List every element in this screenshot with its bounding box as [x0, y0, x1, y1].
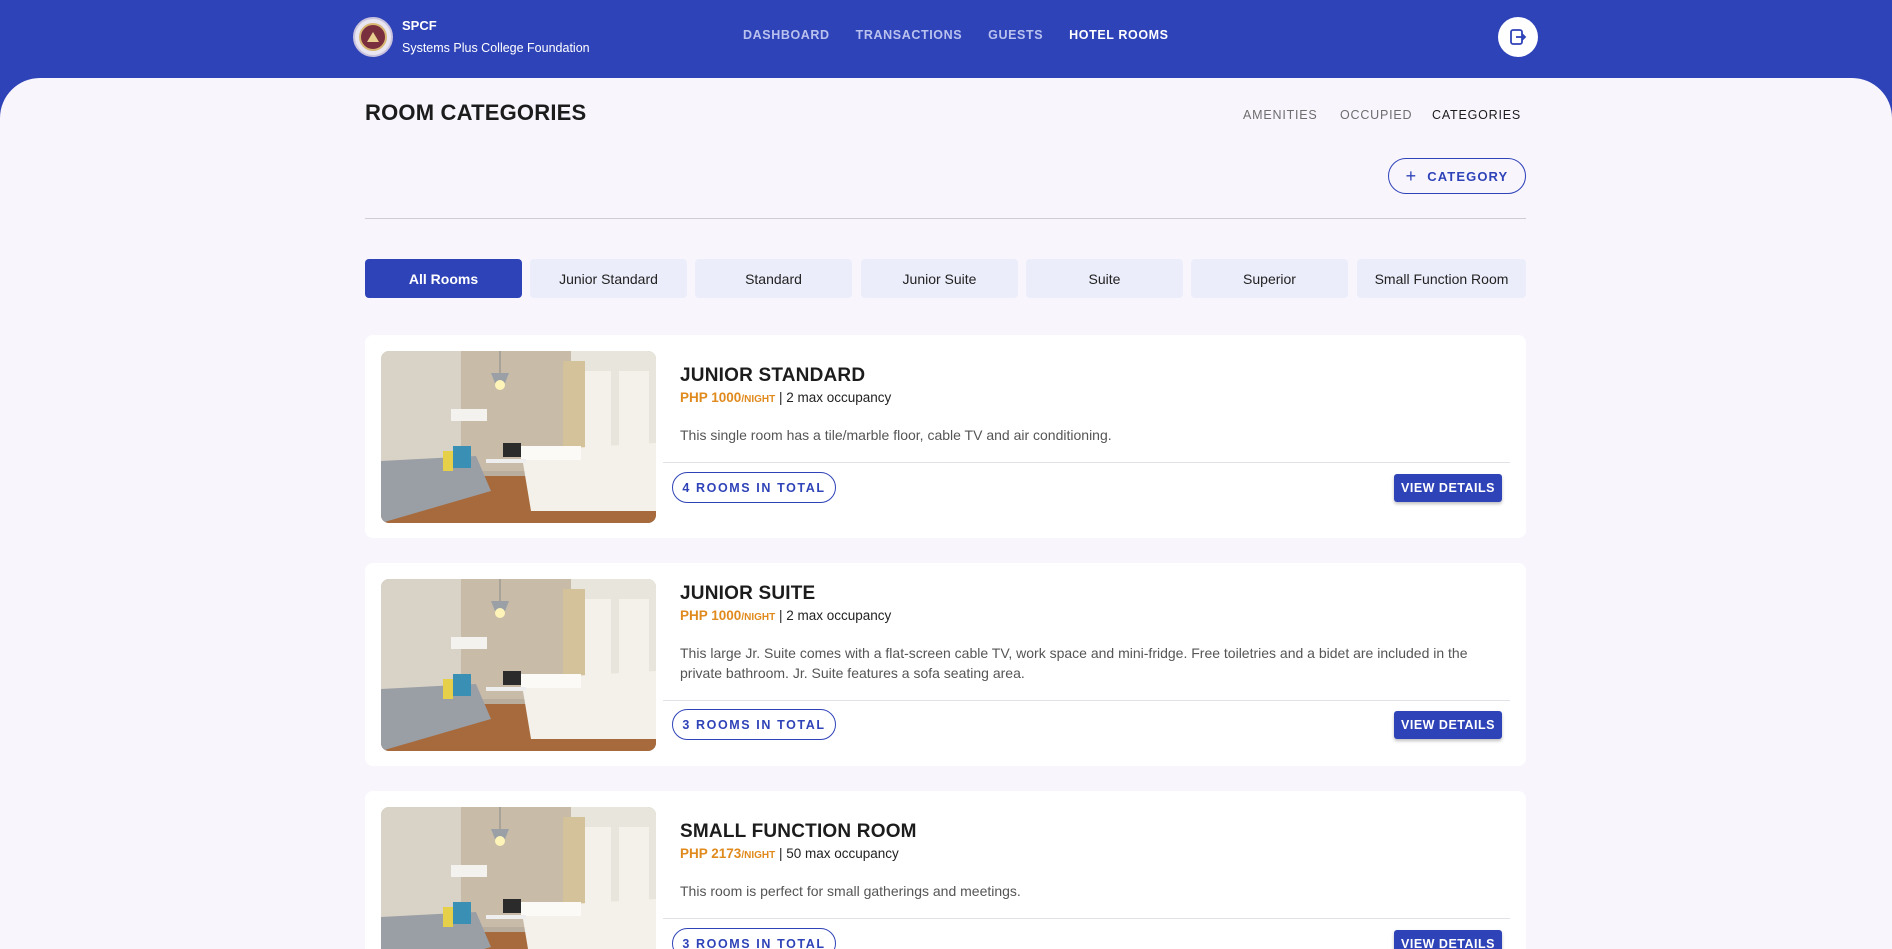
room-price: PHP 2173: [680, 846, 742, 861]
room-price-unit: /NIGHT: [741, 612, 776, 623]
view-details-button[interactable]: VIEW DETAILS: [1394, 474, 1502, 502]
room-price-unit: /NIGHT: [741, 394, 776, 405]
card-divider: [663, 462, 1510, 463]
room-price-line: PHP 1000/NIGHT | 2 max occupancy: [680, 390, 891, 405]
room-description: This large Jr. Suite comes with a flat-s…: [680, 645, 1468, 681]
top-navbar: SPCF Systems Plus College Foundation DAS…: [0, 0, 1892, 80]
rooms-total-badge: 4 ROOMS IN TOTAL: [672, 472, 836, 503]
subnav-occupied[interactable]: OCCUPIED: [1340, 108, 1412, 122]
rooms-total-badge: 3 ROOMS IN TOTAL: [672, 709, 836, 740]
rooms-total-badge: 3 ROOMS IN TOTAL: [672, 928, 836, 949]
college-seal-logo: [353, 17, 393, 57]
room-description: This single room has a tile/marble floor…: [680, 427, 1112, 443]
room-photo: [381, 351, 656, 523]
room-price-unit: /NIGHT: [741, 850, 776, 861]
room-price: PHP 1000: [680, 608, 742, 623]
filter-junior-standard[interactable]: Junior Standard: [530, 259, 687, 298]
plus-icon: +: [1405, 166, 1418, 186]
section-divider: [365, 218, 1526, 219]
filter-suite[interactable]: Suite: [1026, 259, 1183, 298]
category-filter-bar: All Rooms Junior Standard Standard Junio…: [365, 259, 1526, 298]
brand-full-name: Systems Plus College Foundation: [402, 41, 590, 55]
nav-hotel-rooms[interactable]: HOTEL ROOMS: [1069, 28, 1168, 42]
room-photo: [381, 807, 656, 949]
add-category-label: CATEGORY: [1427, 168, 1509, 184]
brand-short-name: SPCF: [402, 18, 437, 33]
filter-superior[interactable]: Superior: [1191, 259, 1348, 298]
nav-dashboard[interactable]: DASHBOARD: [743, 28, 830, 42]
filter-all-rooms[interactable]: All Rooms: [365, 259, 522, 298]
room-price-line: PHP 2173/NIGHT | 50 max occupancy: [680, 846, 899, 861]
room-photo: [381, 579, 656, 751]
card-divider: [663, 700, 1510, 701]
logout-button[interactable]: [1498, 17, 1538, 57]
nav-transactions[interactable]: TRANSACTIONS: [856, 28, 963, 42]
room-category-title: JUNIOR SUITE: [680, 583, 816, 604]
room-category-card: JUNIOR SUITE PHP 1000/NIGHT | 2 max occu…: [365, 563, 1526, 766]
view-details-button[interactable]: VIEW DETAILS: [1394, 711, 1502, 739]
room-category-title: SMALL FUNCTION ROOM: [680, 821, 917, 842]
brand[interactable]: SPCF Systems Plus College Foundation: [353, 17, 590, 57]
room-occupancy: | 2 max occupancy: [778, 608, 892, 623]
room-occupancy: | 2 max occupancy: [778, 390, 892, 405]
room-occupancy: | 50 max occupancy: [778, 846, 899, 861]
add-category-button[interactable]: + CATEGORY: [1388, 158, 1526, 194]
nav-guests[interactable]: GUESTS: [988, 28, 1043, 42]
page-title: ROOM CATEGORIES: [365, 100, 587, 125]
filter-junior-suite[interactable]: Junior Suite: [861, 259, 1018, 298]
logout-icon: [1510, 29, 1527, 45]
room-category-card: SMALL FUNCTION ROOM PHP 2173/NIGHT | 50 …: [365, 791, 1526, 949]
room-price-line: PHP 1000/NIGHT | 2 max occupancy: [680, 608, 891, 623]
view-details-button[interactable]: VIEW DETAILS: [1394, 930, 1502, 949]
room-category-title: JUNIOR STANDARD: [680, 365, 866, 386]
filter-standard[interactable]: Standard: [695, 259, 852, 298]
main-nav: DASHBOARD TRANSACTIONS GUESTS HOTEL ROOM…: [743, 28, 1195, 42]
subnav-amenities[interactable]: AMENITIES: [1243, 108, 1318, 122]
room-description: This room is perfect for small gathering…: [680, 883, 1021, 899]
subnav-categories[interactable]: CATEGORIES: [1432, 108, 1521, 122]
room-price: PHP 1000: [680, 390, 742, 405]
filter-small-function-room[interactable]: Small Function Room: [1357, 259, 1526, 298]
card-divider: [663, 918, 1510, 919]
room-category-card: JUNIOR STANDARD PHP 1000/NIGHT | 2 max o…: [365, 335, 1526, 538]
